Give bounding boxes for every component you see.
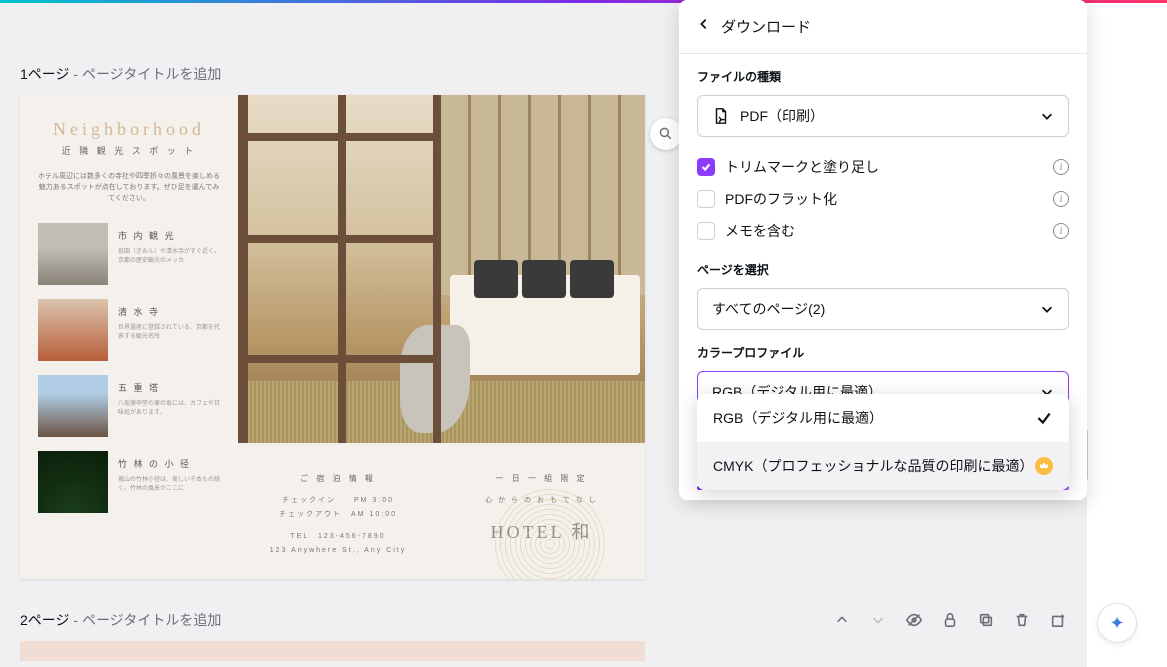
stay-info-title: ご 宿 泊 情 報 <box>254 473 422 484</box>
spot-name: 竹 林 の 小 径 <box>118 457 220 470</box>
neighborhood-subtitle: 近 隣 観 光 ス ポ ッ ト <box>38 144 220 157</box>
page-down-icon[interactable] <box>869 611 887 629</box>
spot-image <box>38 299 108 361</box>
trim-checkbox-row[interactable]: トリムマークと塗り足し i <box>697 151 1069 183</box>
filetype-select[interactable]: PDF（印刷） <box>697 95 1069 137</box>
spot-image <box>38 223 108 285</box>
trash-icon[interactable] <box>1013 611 1031 629</box>
page2-title-wrap[interactable]: 2ページ - ページタイトルを追加 <box>20 610 833 630</box>
design-page-2[interactable] <box>20 641 645 661</box>
option-cmyk[interactable]: CMYK（プロフェッショナルな品質の印刷に最適） <box>697 442 1069 490</box>
tel: TEL 123-456-7890 <box>254 530 422 544</box>
chevron-down-icon <box>1040 109 1054 123</box>
neighborhood-heading: Neighborhood <box>38 119 220 140</box>
spot-image <box>38 451 108 513</box>
spot-name: 市 内 観 光 <box>118 229 220 242</box>
download-panel: ダウンロード ファイルの種類 PDF（印刷） トリムマークと塗り足し i PDF… <box>679 0 1087 500</box>
page1-add-title: - ページタイトルを追加 <box>70 66 222 82</box>
page2-header: 2ページ - ページタイトルを追加 <box>0 599 1087 641</box>
colorprofile-label: カラープロファイル <box>697 344 1069 361</box>
hotel-tagline-1: 一 日 一 組 限 定 <box>454 473 629 484</box>
design-page-1[interactable]: Neighborhood 近 隣 観 光 ス ポ ッ ト ホテル周辺には数多くの… <box>20 95 645 579</box>
filetype-label: ファイルの種類 <box>697 68 1069 85</box>
checkin-times: チェックイン PM 3:00 チェックアウト AM 10:00 <box>254 494 422 522</box>
add-page-icon[interactable] <box>1049 611 1067 629</box>
assistant-fab[interactable]: ✦ <box>1097 603 1137 643</box>
visibility-icon[interactable] <box>905 611 923 629</box>
download-title: ダウンロード <box>721 16 811 37</box>
duplicate-icon[interactable] <box>977 611 995 629</box>
spot-desc: 世界遺産に登録されている、京都を代表する観光名所 <box>118 324 220 343</box>
option-rgb[interactable]: RGB（デジタル用に最適） <box>697 394 1069 442</box>
pageselect-value: すべてのページ(2) <box>712 299 1030 319</box>
flatten-checkbox[interactable] <box>697 190 715 208</box>
spot-desc: 八坂庚申堂の東の坂には、カフェや甘味処があります。 <box>118 400 220 419</box>
check-icon <box>1035 409 1053 427</box>
spot-name: 五 重 塔 <box>118 381 220 394</box>
zoom-search-bubble[interactable] <box>650 118 682 150</box>
file-icon <box>712 107 730 125</box>
pillow <box>570 260 614 298</box>
address: 123 Anywhere St., Any City <box>254 544 422 558</box>
chevron-down-icon <box>1040 302 1054 316</box>
page2-add-title: - ページタイトルを追加 <box>70 612 222 628</box>
pageselect-select[interactable]: すべてのページ(2) <box>697 288 1069 330</box>
option-rgb-label: RGB（デジタル用に最適） <box>713 408 1035 428</box>
spot-image <box>38 375 108 437</box>
pillow <box>474 260 518 298</box>
back-button[interactable] <box>697 17 711 36</box>
page1-label: 1ページ <box>20 66 70 82</box>
filetype-value: PDF（印刷） <box>740 106 1030 126</box>
page-up-icon[interactable] <box>833 611 851 629</box>
page2-label: 2ページ <box>20 612 70 628</box>
option-cmyk-label: CMYK（プロフェッショナルな品質の印刷に最適） <box>713 456 1035 476</box>
colorprofile-dropdown: RGB（デジタル用に最適） CMYK（プロフェッショナルな品質の印刷に最適） <box>697 394 1069 490</box>
flatten-label: PDFのフラット化 <box>725 189 1043 209</box>
memo-checkbox-row[interactable]: メモを含む i <box>697 215 1069 247</box>
lock-icon[interactable] <box>941 611 959 629</box>
info-icon[interactable]: i <box>1053 159 1069 175</box>
spot-desc: 祇園（ぎおん）や清水寺がすぐ近く。京都の歴史観光のメッカ <box>118 248 220 267</box>
spot-name: 清 水 寺 <box>118 305 220 318</box>
trim-label: トリムマークと塗り足し <box>725 157 1043 177</box>
flatten-checkbox-row[interactable]: PDFのフラット化 i <box>697 183 1069 215</box>
info-icon[interactable]: i <box>1053 191 1069 207</box>
trim-checkbox[interactable] <box>697 158 715 176</box>
info-icon[interactable]: i <box>1053 223 1069 239</box>
memo-label: メモを含む <box>725 221 1043 241</box>
memo-checkbox[interactable] <box>697 222 715 240</box>
sparkle-icon: ✦ <box>1109 613 1124 634</box>
pro-crown-icon <box>1035 457 1053 475</box>
pageselect-label: ページを選択 <box>697 261 1069 278</box>
pillow <box>522 260 566 298</box>
shoji-screen <box>238 95 438 443</box>
neighborhood-desc: ホテル周辺には数多くの寺社や四季折々の風景を楽しめる魅力あるスポットが点在してお… <box>38 171 220 205</box>
spot-desc: 嵐山の竹林小径は、美しい千本もの続く、竹林の風景がここに <box>118 476 220 495</box>
